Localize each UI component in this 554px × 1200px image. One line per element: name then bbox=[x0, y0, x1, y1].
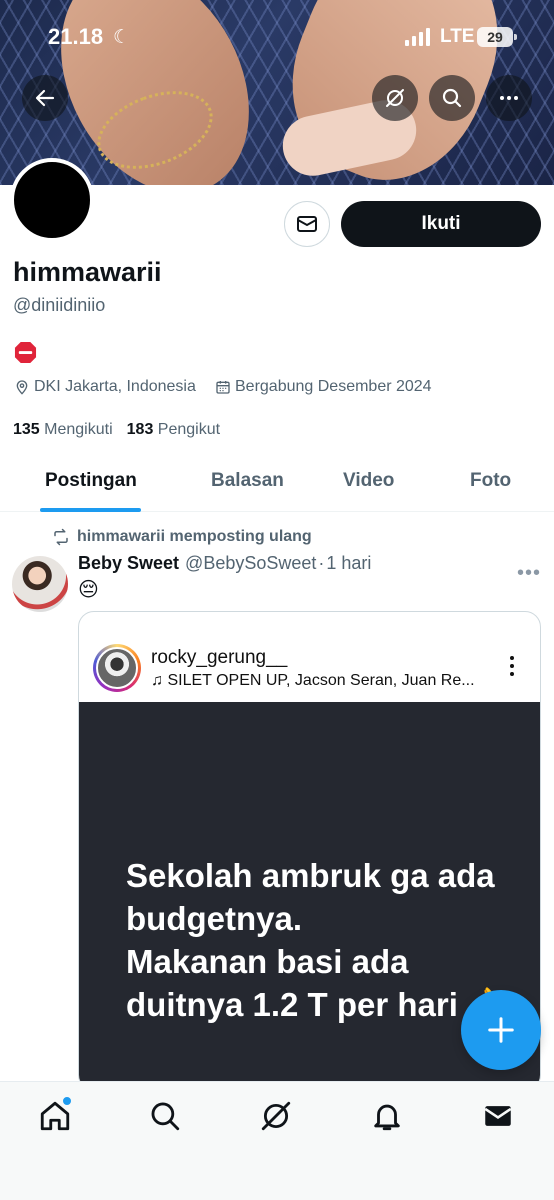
embed-account-name: rocky_gerung__ bbox=[151, 647, 288, 668]
envelope-icon bbox=[297, 216, 317, 232]
post-author-handle[interactable]: @BebySoSweet bbox=[185, 553, 316, 574]
location: DKI Jakarta, Indonesia bbox=[14, 378, 196, 396]
caption-line: duitnya 1.2 T per hari 👌 bbox=[126, 986, 509, 1023]
followers-count: 183 bbox=[126, 421, 154, 438]
status-time: 21.18 bbox=[48, 24, 104, 49]
mail-icon[interactable] bbox=[481, 1099, 515, 1133]
post-time: 1 hari bbox=[326, 553, 372, 573]
grok-icon bbox=[386, 89, 404, 107]
tab-photos[interactable]: Foto bbox=[470, 470, 511, 492]
repost-text: himmawarii memposting ulang bbox=[77, 528, 312, 545]
music-note-icon: ♫ bbox=[151, 672, 163, 689]
bottom-navigation bbox=[0, 1081, 554, 1200]
active-tab-indicator bbox=[40, 508, 141, 512]
more-button[interactable] bbox=[486, 75, 532, 121]
caption-line: Sekolah ambruk ga ada bbox=[126, 857, 495, 894]
back-button[interactable] bbox=[22, 75, 68, 121]
search-icon bbox=[442, 88, 462, 108]
tab-posts[interactable]: Postingan bbox=[45, 470, 137, 492]
join-date: Bergabung Desember 2024 bbox=[215, 378, 432, 396]
embed-music: ♫ SILET OPEN UP, Jacson Seran, Juan Re..… bbox=[151, 672, 475, 690]
post-separator: · bbox=[318, 553, 325, 573]
status-bar: 21.18 ☾ LTE 29 bbox=[0, 22, 554, 54]
repost-icon bbox=[54, 528, 68, 546]
battery-icon: 29 bbox=[477, 27, 517, 47]
display-name: himmawarii bbox=[13, 257, 162, 287]
post-more-button[interactable]: ••• bbox=[517, 562, 541, 585]
repost-indicator: himmawarii memposting ulang bbox=[52, 528, 312, 546]
caption-line: budgetnya. bbox=[126, 900, 303, 937]
more-horizontal-icon bbox=[500, 96, 518, 100]
home-notification-dot bbox=[62, 1096, 72, 1106]
profile-tabs: Postingan Balasan Video Foto bbox=[0, 458, 554, 512]
followers-link[interactable]: 183 Pengikut bbox=[127, 421, 220, 439]
compose-button[interactable] bbox=[461, 990, 541, 1070]
grok-button[interactable] bbox=[372, 75, 418, 121]
calendar-icon bbox=[216, 381, 230, 394]
post-header: Beby Sweet @BebySoSweet · 1 hari bbox=[78, 553, 371, 574]
post-author-avatar[interactable] bbox=[12, 556, 68, 612]
tab-video[interactable]: Video bbox=[343, 470, 394, 492]
follow-counts: 135 Mengikuti 183 Pengikut bbox=[13, 421, 220, 439]
follow-button[interactable]: Ikuti bbox=[341, 201, 541, 247]
location-pin-icon bbox=[16, 380, 28, 395]
profile-avatar[interactable] bbox=[10, 158, 94, 242]
user-handle: @diniidiniio bbox=[13, 295, 106, 315]
search-icon[interactable] bbox=[148, 1099, 182, 1133]
back-arrow-icon bbox=[35, 89, 55, 107]
plus-icon bbox=[488, 1017, 514, 1043]
caption-line: Makanan basi ada bbox=[126, 943, 409, 980]
grok-icon[interactable] bbox=[259, 1099, 293, 1133]
network-label: LTE bbox=[440, 26, 475, 47]
followers-label: Pengikut bbox=[157, 421, 221, 438]
following-label: Mengikuti bbox=[44, 421, 113, 438]
moon-icon: ☾ bbox=[113, 27, 131, 48]
message-button[interactable] bbox=[284, 201, 330, 247]
following-count: 135 bbox=[13, 421, 40, 438]
location-text: DKI Jakarta, Indonesia bbox=[34, 378, 196, 395]
post-author-name[interactable]: Beby Sweet bbox=[78, 553, 179, 574]
join-date-text: Bergabung Desember 2024 bbox=[235, 378, 432, 395]
following-link[interactable]: 135 Mengikuti bbox=[13, 421, 113, 439]
embed-music-text: SILET OPEN UP, Jacson Seran, Juan Re... bbox=[167, 672, 475, 689]
search-button[interactable] bbox=[429, 75, 475, 121]
embed-account-avatar bbox=[93, 644, 141, 692]
signal-icon bbox=[405, 28, 430, 46]
post-text: 😔 bbox=[78, 579, 99, 601]
tab-replies[interactable]: Balasan bbox=[211, 470, 284, 492]
bell-icon[interactable] bbox=[370, 1099, 404, 1133]
embed-more-icon bbox=[509, 656, 515, 680]
stop-sign-icon bbox=[14, 341, 37, 364]
